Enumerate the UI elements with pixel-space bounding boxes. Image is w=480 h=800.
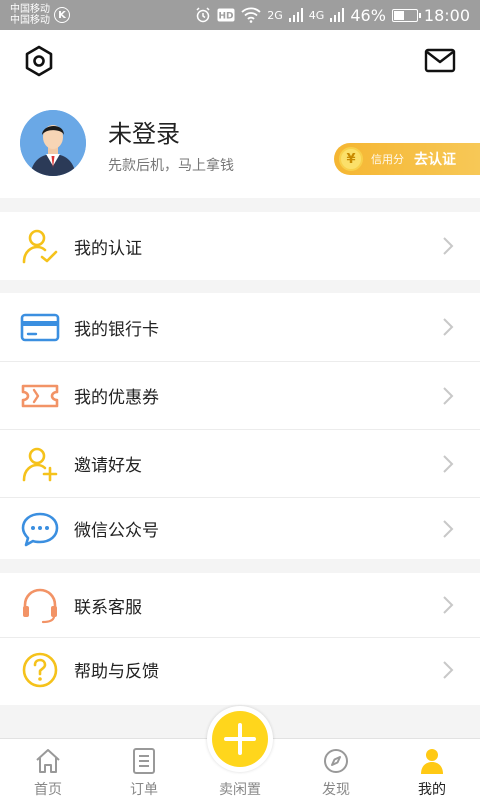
- carrier-2: 中国移动: [10, 15, 50, 26]
- chevron-right-icon: [443, 596, 454, 614]
- tab-home[interactable]: 首页: [0, 739, 96, 800]
- default-avatar-icon: [20, 110, 86, 176]
- profile-subtitle: 先款后机，马上拿钱: [108, 158, 234, 174]
- credit-score-label: 信用分: [371, 153, 404, 166]
- menu-item-label: 微信公众号: [74, 521, 159, 541]
- order-list-icon: [133, 748, 155, 774]
- svg-text:HD: HD: [219, 12, 234, 22]
- signal-icon-2: [330, 8, 345, 22]
- network-type-1: 2G: [267, 8, 283, 22]
- tab-label: 卖闲置: [219, 782, 261, 798]
- bank-card-icon: [20, 313, 60, 342]
- app-k-icon: K: [54, 7, 70, 23]
- clock: 18:00: [423, 5, 470, 25]
- carrier-info: 中国移动 中国移动: [10, 4, 50, 26]
- plus-icon: [224, 723, 256, 755]
- headset-icon: [23, 588, 57, 624]
- mail-icon[interactable]: [424, 48, 456, 74]
- menu-item-customer-service[interactable]: 联系客服: [0, 573, 480, 637]
- menu-item-help-feedback[interactable]: 帮助与反馈: [0, 637, 480, 701]
- network-type-2: 4G: [308, 8, 325, 22]
- avatar[interactable]: [20, 110, 86, 176]
- tab-label: 首页: [34, 782, 62, 798]
- menu-item-coupons[interactable]: 我的优惠券: [0, 361, 480, 429]
- add-user-icon: [22, 447, 58, 481]
- user-check-icon: [22, 229, 58, 264]
- menu-item-my-verification[interactable]: 我的认证: [0, 212, 480, 280]
- yen-coin-icon: ¥: [339, 147, 363, 171]
- carrier-1: 中国移动: [10, 4, 50, 15]
- tab-orders[interactable]: 订单: [96, 739, 192, 800]
- menu-group-account: 我的银行卡 我的优惠券 邀请好友 微信公众号: [0, 293, 480, 559]
- menu-item-label: 我的优惠券: [74, 388, 159, 408]
- credit-verify-badge[interactable]: ¥ 信用分 去认证: [334, 143, 480, 175]
- wifi-icon: [241, 7, 261, 23]
- tab-label: 我的: [418, 782, 446, 798]
- menu-item-label: 我的银行卡: [74, 319, 159, 340]
- tab-label: 发现: [322, 782, 350, 798]
- chevron-right-icon: [443, 660, 454, 679]
- chevron-right-icon: [443, 386, 454, 405]
- home-icon: [36, 749, 60, 773]
- sell-button-circle: [212, 711, 268, 767]
- hd-icon: HD: [217, 8, 235, 22]
- alarm-icon: [196, 7, 210, 23]
- battery-fill: [393, 10, 404, 20]
- chevron-right-icon: [443, 318, 454, 336]
- menu-item-label: 我的认证: [74, 238, 142, 259]
- chevron-right-icon: [443, 519, 454, 538]
- menu-item-label: 联系客服: [74, 597, 142, 618]
- chat-bubble-icon: [21, 512, 59, 546]
- battery-percent: 46%: [350, 5, 386, 25]
- compass-icon: [324, 749, 348, 773]
- menu-item-label: 邀请好友: [74, 456, 142, 476]
- menu-item-label: 帮助与反馈: [74, 662, 159, 682]
- username[interactable]: 未登录: [108, 114, 180, 149]
- sell-idle-button[interactable]: [207, 706, 273, 772]
- signal-icon-1: [288, 8, 303, 22]
- tab-discover[interactable]: 发现: [288, 739, 384, 800]
- coupon-icon: [21, 384, 59, 407]
- menu-item-bank-card[interactable]: 我的银行卡: [0, 293, 480, 361]
- status-bar: 中国移动 中国移动 K HD 2G 4G 46% 18:00: [0, 0, 480, 30]
- tab-label: 订单: [130, 782, 158, 798]
- help-icon: [22, 652, 58, 687]
- menu-item-wechat-account[interactable]: 微信公众号: [0, 497, 480, 559]
- status-indicators: HD 2G 4G 46% 18:00: [195, 0, 470, 30]
- settings-icon[interactable]: [22, 44, 56, 78]
- menu-item-invite-friends[interactable]: 邀请好友: [0, 429, 480, 497]
- go-verify-link[interactable]: 去认证: [414, 149, 456, 169]
- menu-group-support: 联系客服 帮助与反馈: [0, 573, 480, 705]
- chevron-right-icon: [443, 237, 454, 255]
- menu-group-verification: 我的认证: [0, 212, 480, 280]
- user-icon: [421, 749, 443, 774]
- profile-header: 未登录 先款后机，马上拿钱 ¥ 信用分 去认证: [0, 30, 480, 198]
- chevron-right-icon: [443, 454, 454, 473]
- battery-icon: [391, 8, 421, 22]
- tab-mine[interactable]: 我的: [384, 739, 480, 800]
